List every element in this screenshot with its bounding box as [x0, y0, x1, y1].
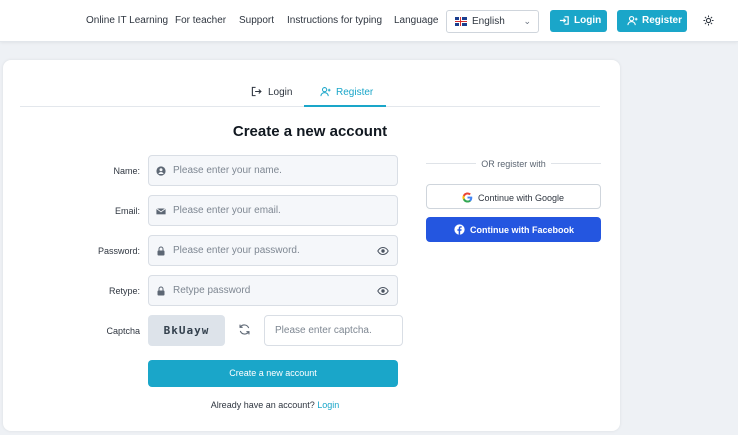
nav-language-label: Language — [394, 15, 439, 26]
tab-login-label: Login — [268, 87, 293, 98]
tab-active-indicator — [304, 105, 386, 107]
sun-icon[interactable] — [703, 15, 714, 26]
eye-icon[interactable] — [377, 286, 389, 296]
continue-with-facebook-button[interactable]: Continue with Facebook — [426, 217, 601, 242]
or-register-with: OR register with — [481, 159, 546, 169]
password-field — [148, 235, 398, 266]
email-icon — [156, 208, 166, 215]
name-input[interactable] — [173, 156, 373, 185]
login-icon — [559, 16, 569, 25]
lock-icon — [157, 246, 165, 256]
login-icon — [251, 86, 262, 97]
facebook-button-label: Continue with Facebook — [470, 225, 575, 235]
captcha-label: Captcha — [106, 326, 140, 336]
google-button-label: Continue with Google — [478, 193, 565, 203]
login-button-label: Login — [574, 15, 602, 26]
add-user-icon — [320, 87, 331, 97]
refresh-icon[interactable] — [238, 323, 251, 336]
eye-icon[interactable] — [377, 246, 389, 256]
page-title: Create a new account — [232, 123, 388, 140]
captcha-field — [264, 315, 403, 346]
nav-for-teacher[interactable]: For teacher — [175, 15, 226, 26]
uk-flag-icon — [455, 17, 467, 26]
email-label: Email: — [114, 206, 140, 216]
language-select[interactable]: English ⌄ — [446, 10, 539, 33]
password-label: Password: — [97, 246, 140, 256]
register-button[interactable]: Register — [617, 10, 687, 32]
name-label: Name: — [113, 166, 140, 176]
password-input[interactable] — [173, 236, 373, 265]
captcha-image: BkUayw — [148, 315, 225, 346]
already-text: Already have an account? — [210, 400, 315, 410]
register-card: Login Register Create a new account Name… — [3, 60, 620, 431]
captcha-input[interactable] — [275, 316, 395, 345]
chevron-down-icon: ⌄ — [523, 16, 531, 26]
language-selected: English — [472, 16, 505, 27]
retype-field — [148, 275, 398, 306]
continue-with-google-button[interactable]: Continue with Google — [426, 184, 601, 209]
nav-online-it-learning[interactable]: Online IT Learning — [86, 15, 168, 26]
add-user-icon — [627, 16, 638, 26]
register-button-label: Register — [642, 15, 683, 26]
or-divider-right — [551, 163, 601, 164]
email-input[interactable] — [173, 196, 373, 225]
nav-support[interactable]: Support — [239, 15, 274, 26]
email-field — [148, 195, 398, 226]
tab-register-label: Register — [336, 87, 374, 98]
already-login-link[interactable]: Login — [317, 400, 339, 410]
create-account-button[interactable]: Create a new account — [148, 360, 398, 387]
retype-label: Retype: — [108, 286, 140, 296]
top-navbar: Online IT Learning For teacher Support I… — [0, 0, 738, 42]
name-field — [148, 155, 398, 186]
login-button[interactable]: Login — [550, 10, 607, 32]
lock-icon — [157, 286, 165, 296]
nav-instructions-for-typing[interactable]: Instructions for typing — [287, 15, 382, 26]
user-icon — [156, 166, 166, 176]
already-have-account: Already have an account? Login — [3, 400, 547, 410]
google-icon — [462, 192, 473, 203]
facebook-icon — [454, 224, 465, 235]
retype-input[interactable] — [173, 276, 373, 305]
